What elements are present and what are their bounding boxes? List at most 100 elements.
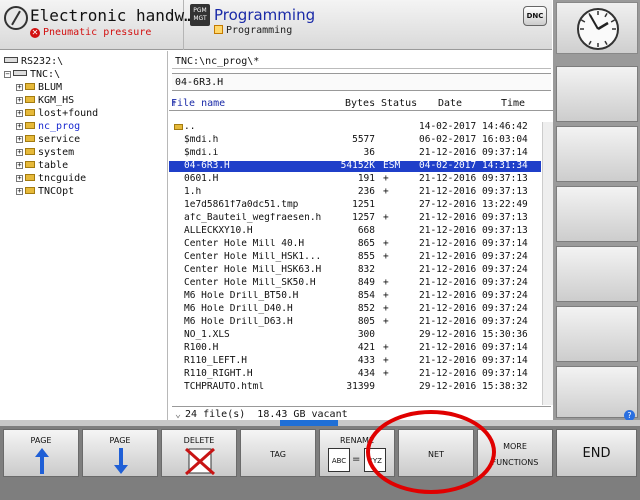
file-row[interactable]: $mdi.i 36 21-12-2016 09:37:14 (169, 147, 541, 159)
file-time: 09:37:14 (482, 238, 528, 249)
pneumatic-alert[interactable]: ✕ Pneumatic pressure (30, 27, 151, 38)
vertical-softkey-4[interactable] (556, 246, 638, 302)
vertical-softkey-3[interactable] (556, 186, 638, 242)
error-icon: ✕ (30, 28, 40, 38)
folder-icon (25, 122, 35, 129)
arrow-up-icon (35, 448, 49, 474)
expand-icon[interactable]: + (16, 149, 23, 156)
expand-icon[interactable]: + (16, 110, 23, 117)
file-row[interactable]: 04-6R3.H 54152K ESM 04-02-2017 14:31:34 (169, 160, 541, 172)
folder-icon (25, 109, 35, 116)
collapse-icon[interactable]: − (4, 71, 11, 78)
tree-node-tncopt[interactable]: + TNCOpt (16, 186, 74, 198)
tree-node-label: BLUM (38, 82, 63, 93)
file-bytes: 1257 (352, 212, 375, 223)
more-functions-button[interactable]: MORE FUNCTIONS (477, 429, 553, 477)
file-date: 29-12-2016 (419, 381, 477, 392)
file-list-scrollbar[interactable] (542, 122, 553, 405)
tree-node-blum[interactable]: + BLUM (16, 82, 62, 94)
file-date: 21-12-2016 (419, 316, 477, 327)
column-header: ⇑ File name Bytes Status Date Time (169, 97, 553, 111)
rename-to-icon: XYZ (364, 448, 386, 472)
tag-button[interactable]: TAG (240, 429, 316, 477)
tree-node-lost-found[interactable]: + lost+found (16, 108, 98, 120)
file-date: 14-02-2017 (419, 121, 477, 132)
file-date: 21-12-2016 (419, 212, 477, 223)
file-row[interactable]: M6 Hole Drill_BT50.H 854 +21-12-2016 09:37:… (169, 290, 541, 302)
tree-node-label: tncguide (38, 173, 87, 184)
file-row[interactable]: M6 Hole Drill_D63.H 805 +21-12-2016 09:37:2… (169, 316, 541, 328)
file-time: 15:30:36 (482, 329, 528, 340)
path-display: TNC:\nc_prog\* (172, 55, 551, 69)
file-time: 09:37:24 (482, 251, 528, 262)
folder-icon (25, 187, 35, 194)
file-row[interactable]: 0601.H 191 +21-12-2016 09:37:13 (169, 173, 541, 185)
file-time: 09:37:24 (482, 316, 528, 327)
machine-mode-icon (4, 6, 28, 30)
column-header-status[interactable]: Status (381, 97, 417, 111)
expand-icon[interactable]: + (16, 175, 23, 182)
file-row[interactable]: R110_RIGHT.H 434 +21-12-2016 09:37:14 (169, 368, 541, 380)
file-time: 16:03:04 (482, 134, 528, 145)
file-date: 21-12-2016 (419, 277, 477, 288)
column-header-time[interactable]: Time (501, 97, 525, 111)
file-row[interactable]: Center Hole Mill_HSK63.H 832 21-12-2016 09:… (169, 264, 541, 276)
file-date: 21-12-2016 (419, 303, 477, 314)
file-bytes: 855 (357, 251, 375, 262)
file-row[interactable]: afc_Bauteil_wegfraesen.h 1257 +21-12-2016 0… (169, 212, 541, 224)
current-file-field[interactable]: 04-6R3.H (172, 73, 551, 91)
page-up-button[interactable]: PAGE (3, 429, 79, 477)
file-row[interactable]: Center Hole Mill_SK50.H 849 +21-12-2016 09:… (169, 277, 541, 289)
tree-node-system[interactable]: + system (16, 147, 74, 159)
end-button[interactable]: END (556, 429, 637, 477)
net-button[interactable]: NET (398, 429, 474, 477)
expand-icon[interactable]: + (16, 188, 23, 195)
file-time: 09:37:14 (482, 368, 528, 379)
file-row[interactable]: NO_1.XLS 300 29-12-2016 15:30:36 (169, 329, 541, 341)
vertical-softkey-2[interactable] (556, 126, 638, 182)
expand-icon[interactable]: + (16, 123, 23, 130)
clock (556, 2, 638, 54)
dnc-button[interactable]: DNC (523, 6, 547, 26)
machine-mode-title: Electronic handw… (30, 6, 194, 25)
vertical-softkey-1[interactable] (556, 66, 638, 122)
file-row[interactable]: Center Hole Mill 40.H 865 +21-12-2016 09:37… (169, 238, 541, 250)
tree-node-kgm-hs[interactable]: + KGM_HS (16, 95, 74, 107)
file-row[interactable]: .. 14-02-2017 14:46:42 (169, 121, 541, 133)
file-row[interactable]: M6 Hole Drill_D40.H 852 +21-12-2016 09:37:2… (169, 303, 541, 315)
tree-node-tnc[interactable]: − TNC:\ (4, 69, 60, 81)
file-row[interactable]: R100.H 421 +21-12-2016 09:37:14 (169, 342, 541, 354)
tree-node-label: KGM_HS (38, 95, 75, 106)
delete-button[interactable]: DELETE (161, 429, 237, 477)
file-row[interactable]: Center Hole Mill_HSK1... 855 +21-12-2016 09… (169, 251, 541, 263)
page-down-button[interactable]: PAGE (82, 429, 158, 477)
column-header-date[interactable]: Date (438, 97, 462, 111)
file-time: 09:37:24 (482, 303, 528, 314)
tree-node-tncguide[interactable]: + tncguide (16, 173, 86, 185)
tree-node-rs232[interactable]: RS232:\ (4, 56, 63, 68)
machine-mode-panel[interactable]: Electronic handw… ✕ Pneumatic pressure (0, 0, 194, 50)
expand-icon[interactable]: + (16, 84, 23, 91)
tree-node-nc-prog[interactable]: + nc_prog (16, 121, 80, 133)
directory-tree: RS232:\ − TNC:\ + BLUM + KGM_HS + lost+found… (0, 51, 168, 426)
rename-button[interactable]: RENAME ABC = XYZ (319, 429, 395, 477)
file-row[interactable]: TCHPRAUTO.html 31399 29-12-2016 15:38:32 (169, 381, 541, 393)
file-row[interactable]: $mdi.h 5577 06-02-2017 16:03:04 (169, 134, 541, 146)
vertical-softkey-5[interactable] (556, 306, 638, 362)
parent-folder-icon (174, 124, 183, 130)
file-row[interactable]: 1e7d5861f7a0dc51.tmp 1251 27-12-2016 13:22:… (169, 199, 541, 211)
file-row[interactable]: 1.h 236 +21-12-2016 09:37:13 (169, 186, 541, 198)
expand-icon[interactable]: + (16, 162, 23, 169)
file-row[interactable]: ALLECKXY10.H 668 21-12-2016 09:37:13 (169, 225, 541, 237)
file-bytes: 805 (357, 316, 375, 327)
file-bytes: 668 (357, 225, 375, 236)
file-bytes: 854 (357, 290, 375, 301)
tree-node-table[interactable]: + table (16, 160, 68, 172)
column-header-bytes[interactable]: Bytes (345, 97, 375, 111)
tree-node-service[interactable]: + service (16, 134, 80, 146)
expand-icon[interactable]: + (16, 136, 23, 143)
file-row[interactable]: R110_LEFT.H 433 +21-12-2016 09:37:14 (169, 355, 541, 367)
file-date: 06-02-2017 (419, 134, 477, 145)
file-name: .. (184, 122, 196, 132)
expand-icon[interactable]: + (16, 97, 23, 104)
